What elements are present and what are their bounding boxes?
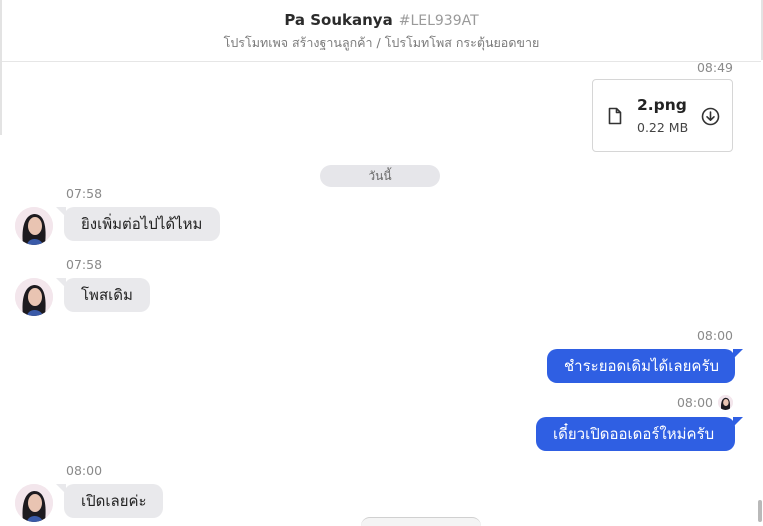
message-time: 08:00 (676, 395, 713, 410)
avatar[interactable] (15, 278, 53, 316)
day-separator: วันนี้ (320, 165, 440, 187)
message-time: 08:49 (696, 60, 733, 75)
message-time: 08:00 (696, 328, 733, 343)
bubble-tail (733, 349, 743, 359)
avatar[interactable] (15, 207, 53, 245)
outgoing-message-bubble[interactable]: ชำระยอดเดิมได้เลยครับ (547, 349, 735, 383)
bubble-tail (733, 417, 743, 427)
file-name: 2.png (637, 96, 687, 114)
incoming-message-bubble[interactable]: ยิงเพิ่มต่อไปได้ไหม (64, 207, 220, 241)
chat-title-row: Pa Soukanya #LEL939AT (2, 10, 761, 31)
message-time: 08:00 (66, 463, 103, 478)
chat-header: Pa Soukanya #LEL939AT โปรโมทเพจ สร้างฐานล… (2, 0, 761, 62)
file-size: 0.22 MB (637, 120, 689, 135)
read-receipt-avatar (718, 395, 733, 410)
incoming-message-bubble[interactable]: เปิดเลยค่ะ (64, 484, 163, 518)
avatar[interactable] (15, 484, 53, 522)
contact-code: #LEL939AT (398, 13, 479, 29)
file-attachment-card[interactable]: 2.png 0.22 MB (592, 79, 733, 152)
incoming-message-bubble[interactable]: โพสเดิม (64, 278, 150, 312)
message-time: 07:58 (66, 186, 103, 201)
outgoing-message-bubble[interactable]: เดี๋ยวเปิดออเดอร์ใหม่ครับ (536, 417, 735, 451)
message-time: 07:58 (66, 257, 103, 272)
contact-tags: โปรโมทเพจ สร้างฐานลูกค้า / โปรโมทโพส กระ… (223, 35, 540, 50)
scrollbar-thumb[interactable] (758, 500, 762, 522)
document-icon (608, 107, 622, 129)
download-circle-icon[interactable] (701, 107, 720, 130)
contact-name[interactable]: Pa Soukanya (284, 11, 392, 29)
